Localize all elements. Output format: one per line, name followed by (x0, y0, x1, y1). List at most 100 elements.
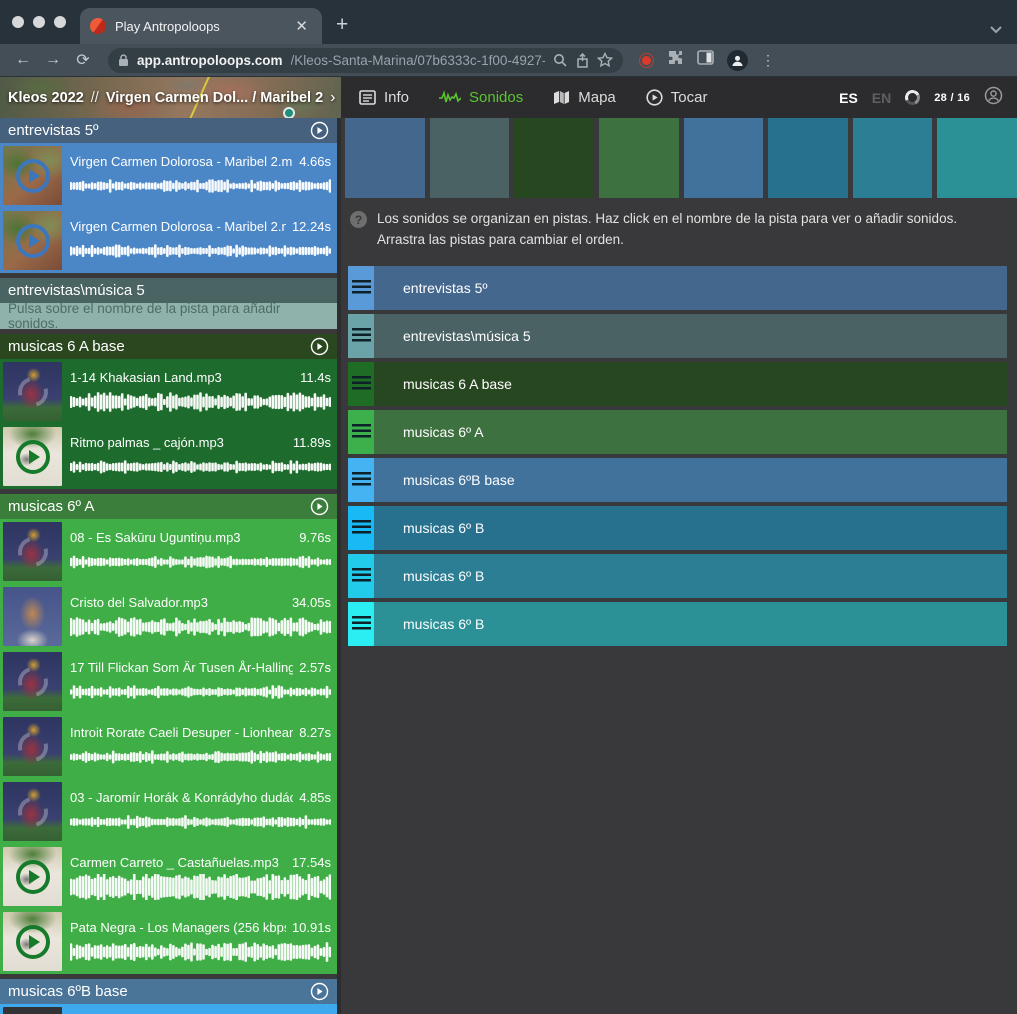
section-play-icon[interactable] (310, 337, 329, 356)
track-drag-handle[interactable] (348, 362, 374, 406)
clip-item[interactable]: BASE Pata Negra - Los Managers3.77s (0, 1004, 337, 1014)
clip-play-icon[interactable] (16, 159, 50, 193)
tab-tocar[interactable]: Tocar (646, 89, 708, 106)
clip-item[interactable]: Pata Negra - Los Managers (256 kbps).mp3… (0, 909, 337, 974)
clip-play-icon[interactable] (16, 860, 50, 894)
breadcrumb-project[interactable]: Kleos 2022 (8, 90, 84, 106)
address-bar[interactable]: app.antropoloops.com /Kleos-Santa-Marina… (108, 48, 623, 73)
track-color-swatch[interactable] (430, 118, 510, 198)
clip-item[interactable]: 08 - Es Sakūru Uguntiņu.mp39.76s (0, 519, 337, 584)
share-icon[interactable] (576, 53, 589, 68)
track-drag-handle[interactable] (348, 554, 374, 598)
track-row[interactable]: musicas 6 A base (348, 362, 1007, 406)
bookmark-star-icon[interactable] (597, 52, 613, 68)
macos-traffic-lights[interactable] (0, 0, 80, 44)
track-drag-handle[interactable] (348, 266, 374, 310)
side-panel-icon[interactable] (697, 50, 714, 70)
track-color-swatch[interactable] (345, 118, 425, 198)
track-row[interactable]: entrevistas 5º (348, 266, 1007, 310)
browser-menu-icon[interactable]: ⋮ (761, 52, 775, 69)
track-row[interactable]: musicas 6º B (348, 506, 1007, 550)
clip-thumbnail[interactable] (3, 1007, 62, 1014)
section-header[interactable]: musicas 6 A base (0, 334, 337, 359)
track-color-swatch[interactable] (599, 118, 679, 198)
tab-sonidos[interactable]: Sonidos (439, 89, 523, 106)
zoom-window-button[interactable] (54, 16, 66, 28)
clip-item[interactable]: 17 Till Flickan Som Är Tusen År-Halling … (0, 649, 337, 714)
record-extension-icon[interactable] (639, 53, 654, 68)
minimize-window-button[interactable] (33, 16, 45, 28)
clip-thumbnail[interactable] (3, 782, 62, 841)
zoom-page-icon[interactable] (553, 53, 568, 68)
browser-tab[interactable]: Play Antropoloops ✕ (80, 8, 322, 44)
track-drag-handle[interactable] (348, 314, 374, 358)
forward-button[interactable]: → (40, 51, 66, 69)
track-name-button[interactable]: musicas 6º A (374, 410, 1007, 454)
clip-play-icon[interactable] (16, 224, 50, 258)
tab-info[interactable]: Info (359, 89, 409, 106)
track-row[interactable]: musicas 6º B (348, 554, 1007, 598)
clip-thumbnail[interactable] (3, 912, 62, 971)
track-row[interactable]: musicas 6º A (348, 410, 1007, 454)
clip-play-icon[interactable] (16, 440, 50, 474)
clip-item[interactable]: Carmen Carreto _ Castañuelas.mp317.54s (0, 844, 337, 909)
track-name-button[interactable]: entrevistas\música 5 (374, 314, 1007, 358)
track-name-button[interactable]: musicas 6º B (374, 554, 1007, 598)
puzzle-extensions-icon[interactable] (667, 49, 684, 71)
profile-avatar[interactable] (727, 50, 748, 71)
clip-play-icon[interactable] (16, 925, 50, 959)
section-play-icon[interactable] (310, 121, 329, 140)
track-drag-handle[interactable] (348, 602, 374, 646)
clips-sidebar[interactable]: entrevistas 5ºVirgen Carmen Dolorosa - M… (0, 118, 341, 1014)
track-name-button[interactable]: musicas 6 A base (374, 362, 1007, 406)
tab-close-icon[interactable]: ✕ (291, 17, 312, 36)
section-header[interactable]: entrevistas 5º (0, 118, 337, 143)
clip-thumbnail[interactable] (3, 427, 62, 486)
clip-item[interactable]: 03 - Jaromír Horák & Konrádyho dudácká .… (0, 779, 337, 844)
track-color-swatch[interactable] (514, 118, 594, 198)
close-window-button[interactable] (12, 16, 24, 28)
clip-thumbnail[interactable] (3, 146, 62, 205)
clip-thumbnail[interactable] (3, 652, 62, 711)
clip-item[interactable]: 1-14 Khakasian Land.mp311.4s (0, 359, 337, 424)
track-color-swatch[interactable] (768, 118, 848, 198)
new-tab-button[interactable]: + (336, 13, 348, 37)
clip-item[interactable]: Introit Rorate Caeli Desuper - Lionheart… (0, 714, 337, 779)
breadcrumb-path[interactable]: Virgen Carmen Dol... / Maribel 2 (106, 90, 323, 106)
clip-thumbnail[interactable] (3, 522, 62, 581)
track-color-swatch[interactable] (684, 118, 764, 198)
track-color-swatch[interactable] (937, 118, 1017, 198)
tab-mapa[interactable]: Mapa (553, 89, 616, 106)
clip-thumbnail[interactable] (3, 847, 62, 906)
track-name-button[interactable]: musicas 6º B (374, 602, 1007, 646)
section-header[interactable]: entrevistas\música 5 (0, 278, 337, 303)
track-drag-handle[interactable] (348, 458, 374, 502)
clip-item[interactable]: Ritmo palmas _ cajón.mp311.89s (0, 424, 337, 489)
track-color-swatch[interactable] (853, 118, 933, 198)
breadcrumb[interactable]: Kleos 2022 // Virgen Carmen Dol... / Mar… (0, 77, 341, 118)
clip-item[interactable]: Virgen Carmen Dolorosa - Maribel 2.mp34.… (0, 143, 337, 208)
back-button[interactable]: ← (10, 51, 36, 69)
section-header[interactable]: musicas 6º A (0, 494, 337, 519)
section-header[interactable]: musicas 6ºB base (0, 979, 337, 1004)
section-play-icon[interactable] (310, 982, 329, 1001)
track-drag-handle[interactable] (348, 506, 374, 550)
track-drag-handle[interactable] (348, 410, 374, 454)
track-row[interactable]: musicas 6º B (348, 602, 1007, 646)
track-name-button[interactable]: entrevistas 5º (374, 266, 1007, 310)
account-icon[interactable] (984, 86, 1003, 110)
clip-item[interactable]: Cristo del Salvador.mp334.05s (0, 584, 337, 649)
lang-en[interactable]: EN (872, 90, 891, 106)
clip-item[interactable]: Virgen Carmen Dolorosa - Maribel 2.mp312… (0, 208, 337, 273)
clip-thumbnail[interactable] (3, 211, 62, 270)
section-play-icon[interactable] (310, 497, 329, 516)
track-name-button[interactable]: musicas 6ºB base (374, 458, 1007, 502)
track-row[interactable]: entrevistas\música 5 (348, 314, 1007, 358)
clip-thumbnail[interactable] (3, 587, 62, 646)
clip-thumbnail[interactable] (3, 717, 62, 776)
reload-button[interactable]: ⟳ (70, 50, 96, 70)
tab-search-chevron-icon[interactable] (989, 25, 1003, 34)
clip-thumbnail[interactable] (3, 362, 62, 421)
lang-es[interactable]: ES (839, 90, 858, 106)
track-row[interactable]: musicas 6ºB base (348, 458, 1007, 502)
